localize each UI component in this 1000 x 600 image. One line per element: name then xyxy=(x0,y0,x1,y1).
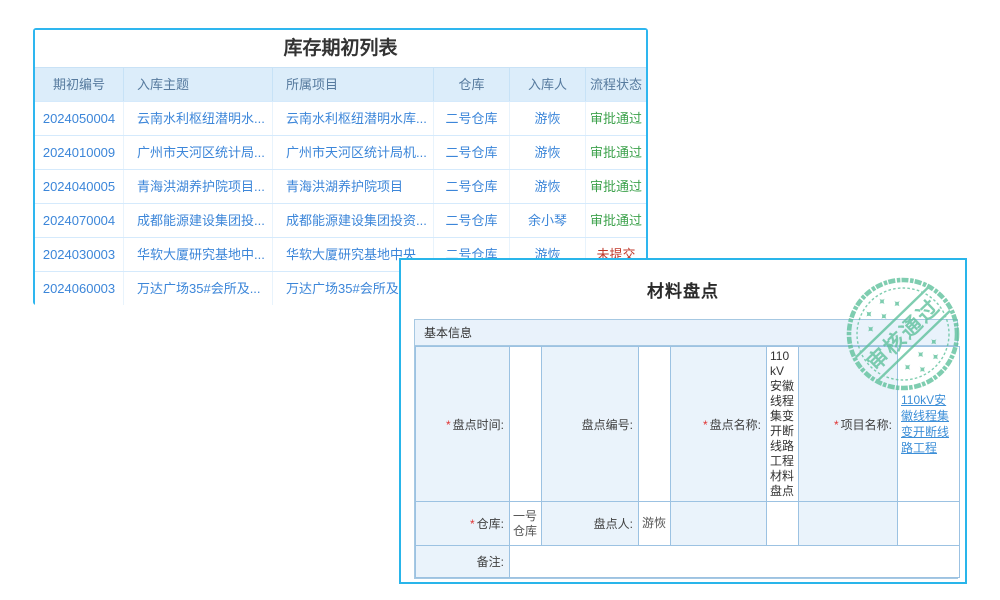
project-cell: 广州市天河区统计局机... xyxy=(273,136,434,169)
basic-info-section: 基本信息 *盘点时间: 盘点编号: *盘点名称: 110kV安徽线程集变开断线路… xyxy=(414,319,958,579)
field-label-text: 备注: xyxy=(477,555,504,569)
checker-value: 游恢 xyxy=(639,502,671,546)
opening-id-link[interactable]: 2024030003 xyxy=(35,238,124,271)
opening-id-link[interactable]: 2024070004 xyxy=(35,204,124,237)
column-header-person: 入库人 xyxy=(510,68,586,101)
required-asterisk: * xyxy=(703,418,708,432)
project-link[interactable]: 110kV安徽线程集变开断线路工程 xyxy=(901,392,956,456)
section-header: 基本信息 xyxy=(415,320,957,346)
person-cell: 游恢 xyxy=(510,102,586,135)
remark-label: 备注: xyxy=(416,546,510,578)
opening-id-link[interactable]: 2024040005 xyxy=(35,170,124,203)
column-header-project: 所属项目 xyxy=(273,68,434,101)
field-label-text: 盘点时间: xyxy=(453,418,504,432)
project-name-label: *项目名称: xyxy=(799,347,898,502)
warehouse-cell: 二号仓库 xyxy=(434,136,510,169)
status-badge: 审批通过 xyxy=(586,204,646,237)
material-stocktaking-dialog: 材料盘点 基本信息 *盘点时间: 盘点编号: *盘点名称: 110kV安徽线程集… xyxy=(399,258,967,584)
field-label-text: 盘点编号: xyxy=(582,418,633,432)
required-asterisk: * xyxy=(470,517,475,531)
warehouse-label: *仓库: xyxy=(416,502,510,546)
person-cell: 游恢 xyxy=(510,170,586,203)
warehouse-cell: 二号仓库 xyxy=(434,204,510,237)
field-label-text: 仓库: xyxy=(477,517,504,531)
status-badge: 审批通过 xyxy=(586,170,646,203)
check-name-value: 110kV安徽线程集变开断线路工程材料盘点 xyxy=(767,347,799,502)
column-header-warehouse: 仓库 xyxy=(434,68,510,101)
check-time-label: *盘点时间: xyxy=(416,347,510,502)
status-badge: 审批通过 xyxy=(586,102,646,135)
empty-value-cell xyxy=(767,502,799,546)
dialog-title: 材料盘点 xyxy=(401,277,965,302)
check-no-value xyxy=(639,347,671,502)
column-header-subject: 入库主题 xyxy=(124,68,273,101)
opening-id-link[interactable]: 2024060003 xyxy=(35,272,124,305)
warehouse-cell: 二号仓库 xyxy=(434,102,510,135)
empty-value-cell xyxy=(898,502,960,546)
subject-cell: 成都能源建设集团投... xyxy=(124,204,273,237)
project-cell: 云南水利枢纽潜明水库... xyxy=(273,102,434,135)
opening-id-link[interactable]: 2024050004 xyxy=(35,102,124,135)
status-badge: 审批通过 xyxy=(586,136,646,169)
required-asterisk: * xyxy=(446,418,451,432)
field-label-text: 项目名称: xyxy=(841,418,892,432)
table-row: 2024010009 广州市天河区统计局... 广州市天河区统计局机... 二号… xyxy=(35,135,646,169)
basic-info-form: *盘点时间: 盘点编号: *盘点名称: 110kV安徽线程集变开断线路工程材料盘… xyxy=(415,346,960,578)
table-header-row: 期初编号 入库主题 所属项目 仓库 入库人 流程状态 xyxy=(35,67,646,101)
column-header-opening-id: 期初编号 xyxy=(35,68,124,101)
opening-id-link[interactable]: 2024010009 xyxy=(35,136,124,169)
field-label-text: 盘点人: xyxy=(594,517,633,531)
project-cell: 青海洪湖养护院项目 xyxy=(273,170,434,203)
field-label-text: 盘点名称: xyxy=(710,418,761,432)
check-name-label: *盘点名称: xyxy=(671,347,767,502)
subject-cell: 云南水利枢纽潜明水... xyxy=(124,102,273,135)
required-asterisk: * xyxy=(834,418,839,432)
empty-label-cell xyxy=(671,502,767,546)
subject-cell: 华软大厦研究基地中... xyxy=(124,238,273,271)
table-row: 2024040005 青海洪湖养护院项目... 青海洪湖养护院项目 二号仓库 游… xyxy=(35,169,646,203)
page-title: 库存期初列表 xyxy=(35,30,646,67)
project-name-cell: 110kV安徽线程集变开断线路工程 xyxy=(898,347,960,502)
column-header-status: 流程状态 xyxy=(586,68,646,101)
person-cell: 游恢 xyxy=(510,136,586,169)
remark-value xyxy=(510,546,960,578)
checker-label: 盘点人: xyxy=(542,502,639,546)
warehouse-cell: 二号仓库 xyxy=(434,170,510,203)
subject-cell: 青海洪湖养护院项目... xyxy=(124,170,273,203)
subject-cell: 广州市天河区统计局... xyxy=(124,136,273,169)
check-no-label: 盘点编号: xyxy=(542,347,639,502)
project-cell: 成都能源建设集团投资... xyxy=(273,204,434,237)
screen: 库存期初列表 期初编号 入库主题 所属项目 仓库 入库人 流程状态 202405… xyxy=(0,0,1000,600)
table-row: 2024070004 成都能源建设集团投... 成都能源建设集团投资... 二号… xyxy=(35,203,646,237)
subject-cell: 万达广场35#会所及... xyxy=(124,272,273,305)
empty-label-cell xyxy=(799,502,898,546)
table-row: 2024050004 云南水利枢纽潜明水... 云南水利枢纽潜明水库... 二号… xyxy=(35,101,646,135)
check-time-value xyxy=(510,347,542,502)
warehouse-value: 一号仓库 xyxy=(510,502,542,546)
person-cell: 余小琴 xyxy=(510,204,586,237)
